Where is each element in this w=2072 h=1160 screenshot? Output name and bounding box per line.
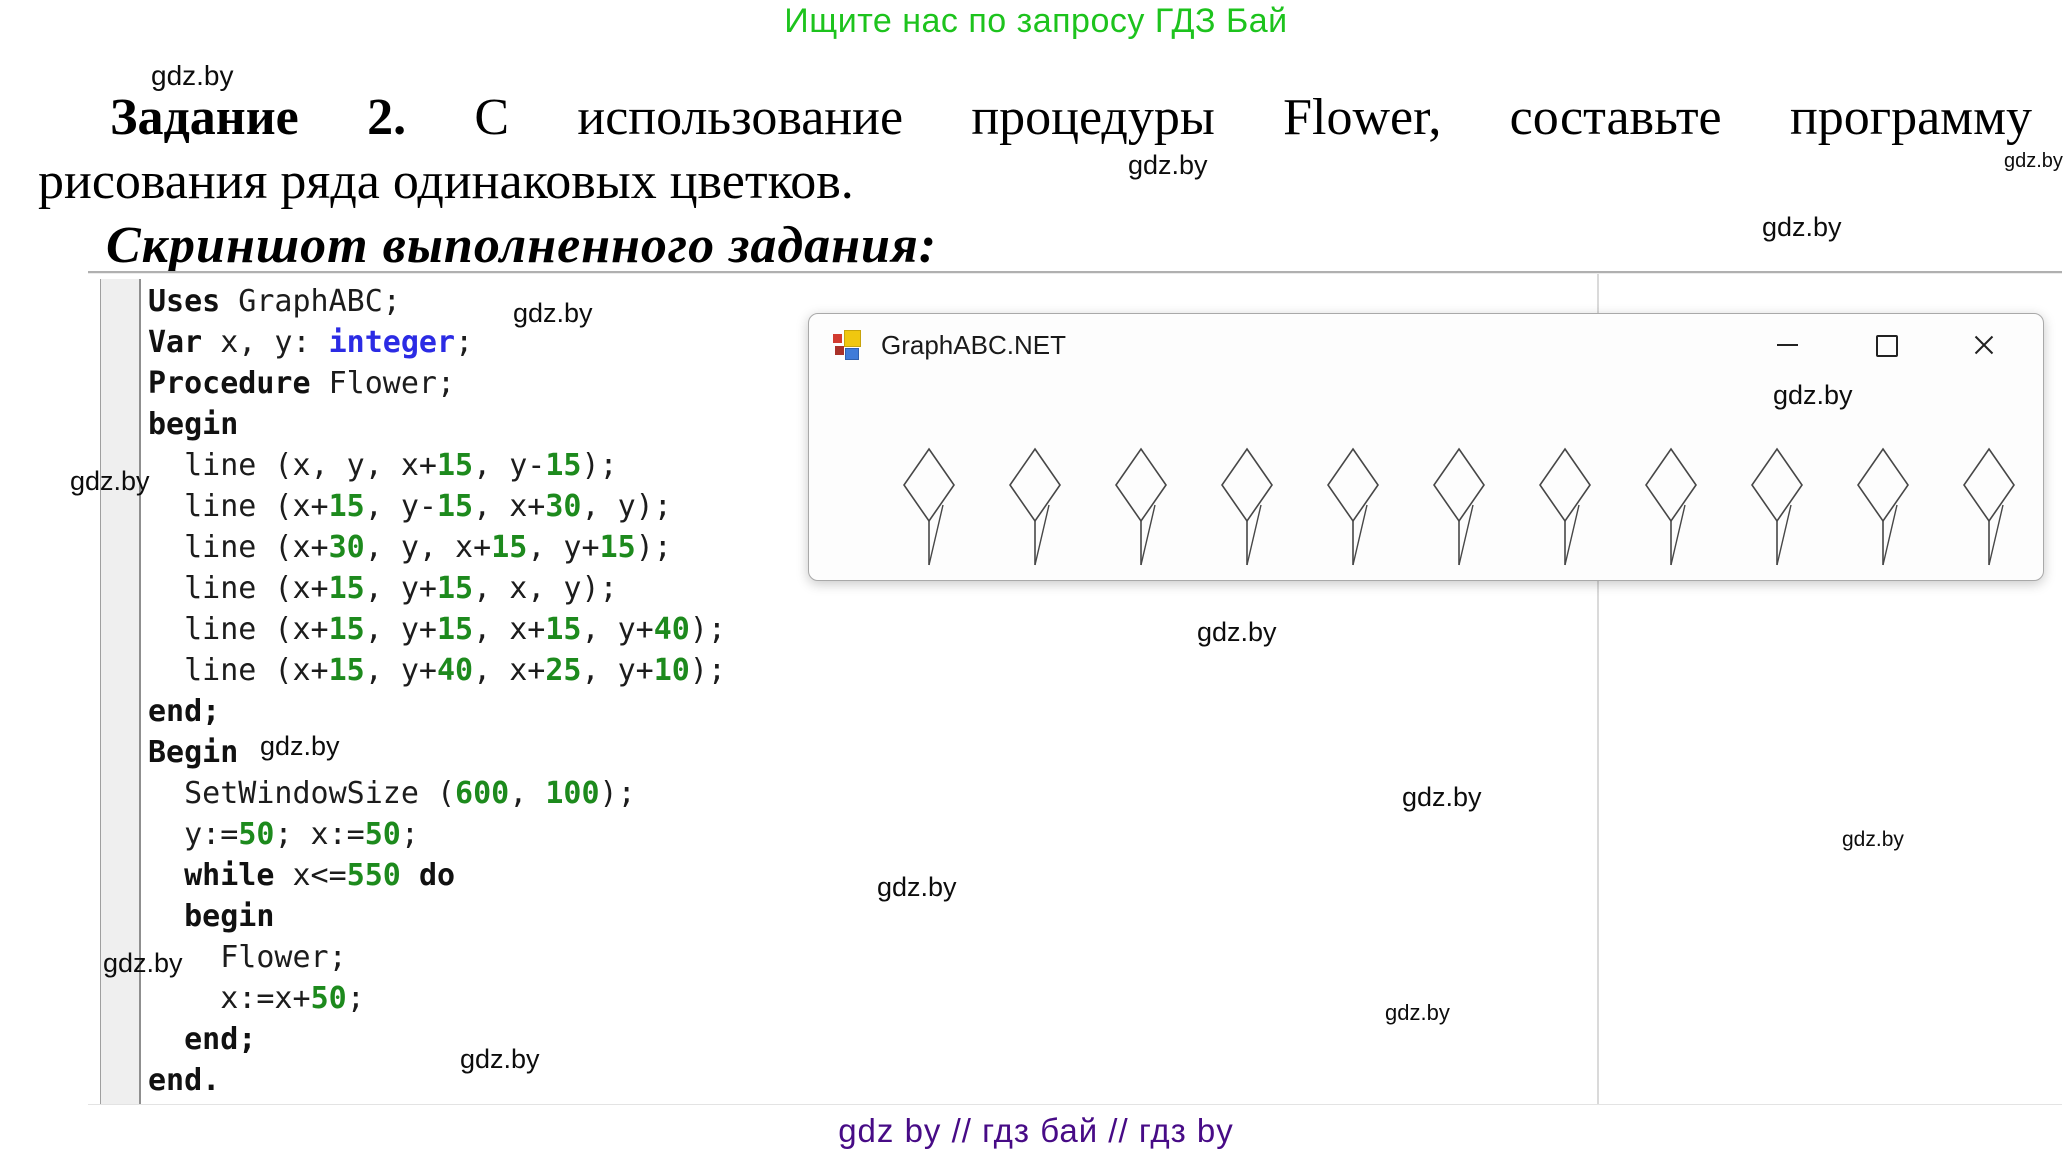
gdz-watermark: gdz.by xyxy=(1402,782,1482,813)
gdz-watermark: gdz.by xyxy=(1385,1000,1450,1026)
maximize-icon[interactable] xyxy=(1873,332,1899,358)
task-line-1-text: С использование процедуры Flower, состав… xyxy=(406,89,2032,146)
gdz-watermark: gdz.by xyxy=(260,731,340,762)
flower-drawing xyxy=(1007,447,1067,567)
footer-text: gdz by // гдз бай // гдз by xyxy=(0,1112,2072,1150)
flower-drawing xyxy=(1113,447,1173,567)
screenshot-top-border xyxy=(88,271,2062,274)
pascalabc-logo-icon xyxy=(833,330,863,360)
editor-gutter xyxy=(100,279,141,1104)
screenshot-subheading: Скриншот выполненного задания: xyxy=(106,216,937,275)
code-line: Flower; xyxy=(148,937,726,978)
gdz-watermark: gdz.by xyxy=(1128,150,1208,181)
window-title: GraphABC.NET xyxy=(881,330,1066,361)
code-line: line (x, y, x+15, y-15); xyxy=(148,445,726,486)
screenshot-bottom-border xyxy=(88,1104,2062,1105)
page: Ищите нас по запросу ГДЗ Бай Задание 2. … xyxy=(0,0,2072,1160)
gdz-watermark: gdz.by xyxy=(1773,380,1853,411)
flower-drawing xyxy=(1537,447,1597,567)
code-line: while x<=550 do xyxy=(148,855,726,896)
code-line: line (x+15, y+15, x+15, y+40); xyxy=(148,609,726,650)
gdz-watermark: gdz.by xyxy=(460,1044,540,1075)
gdz-watermark: gdz.by xyxy=(513,298,593,329)
window-titlebar[interactable]: GraphABC.NET xyxy=(809,314,2043,376)
code-line: end; xyxy=(148,1019,726,1060)
flower-drawing xyxy=(1219,447,1279,567)
task-paragraph: Задание 2. С использование процедуры Flo… xyxy=(38,86,2032,214)
task-line-2: рисования ряда одинаковых цветков. xyxy=(38,150,2032,214)
flower-drawing xyxy=(901,447,961,567)
flower-drawing xyxy=(1643,447,1703,567)
flower-row xyxy=(901,447,2021,567)
minimize-icon[interactable] xyxy=(1775,332,1801,358)
code-line: Var x, y: integer; xyxy=(148,322,726,363)
code-line: end. xyxy=(148,1060,726,1101)
code-block: Uses GraphABC;Var x, y: integer;Procedur… xyxy=(148,281,726,1101)
flower-drawing xyxy=(1431,447,1491,567)
code-line: Procedure Flower; xyxy=(148,363,726,404)
code-line: begin xyxy=(148,896,726,937)
code-line: line (x+15, y-15, x+30, y); xyxy=(148,486,726,527)
task-line-1: Задание 2. С использование процедуры Flo… xyxy=(38,86,2032,150)
code-line: Uses GraphABC; xyxy=(148,281,726,322)
close-icon[interactable] xyxy=(1971,332,1997,358)
code-line: Begin xyxy=(148,732,726,773)
task-number-label: Задание 2. xyxy=(110,89,406,146)
flower-drawing xyxy=(1855,447,1915,567)
gdz-watermark: gdz.by xyxy=(151,60,234,92)
code-line: line (x+15, y+15, x, y); xyxy=(148,568,726,609)
gdz-watermark: gdz.by xyxy=(70,466,150,497)
gdz-watermark: gdz.by xyxy=(1197,617,1277,648)
gdz-watermark: gdz.by xyxy=(2004,150,2063,173)
code-line: SetWindowSize (600, 100); xyxy=(148,773,726,814)
gdz-watermark: gdz.by xyxy=(877,872,957,903)
gdz-watermark: gdz.by xyxy=(1762,212,1842,243)
window-controls xyxy=(1775,314,1997,376)
code-line: begin xyxy=(148,404,726,445)
flower-drawing xyxy=(1325,447,1385,567)
code-line: x:=x+50; xyxy=(148,978,726,1019)
code-line: end; xyxy=(148,691,726,732)
code-line: line (x+30, y, x+15, y+15); xyxy=(148,527,726,568)
code-line: y:=50; x:=50; xyxy=(148,814,726,855)
top-banner-text: Ищите нас по запросу ГДЗ Бай xyxy=(0,2,2072,41)
gdz-watermark: gdz.by xyxy=(1842,828,1904,852)
code-line: line (x+15, y+40, x+25, y+10); xyxy=(148,650,726,691)
graphabc-window: GraphABC.NET xyxy=(808,313,2044,581)
flower-drawing xyxy=(1961,447,2021,567)
flower-drawing xyxy=(1749,447,1809,567)
gdz-watermark: gdz.by xyxy=(103,948,183,979)
